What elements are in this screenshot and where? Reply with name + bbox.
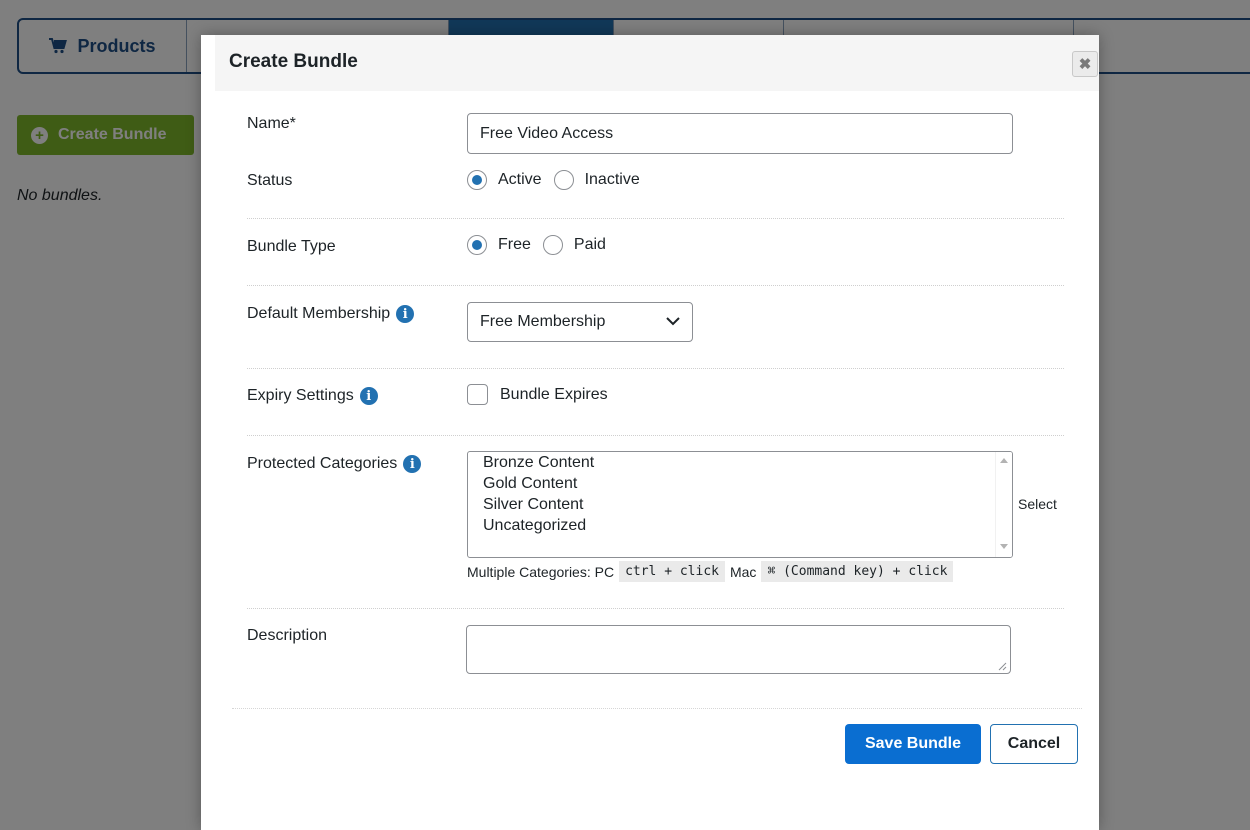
bundle-type-label: Bundle Type	[247, 238, 336, 255]
protected-categories-listbox[interactable]: Bronze Content Gold Content Silver Conte…	[467, 451, 1013, 558]
divider	[247, 435, 1064, 436]
bundle-type-paid-label[interactable]: Paid	[574, 236, 606, 254]
status-inactive-radio[interactable]	[553, 170, 574, 190]
bundle-expires-label[interactable]: Bundle Expires	[500, 386, 608, 404]
bundle-expires-option: Bundle Expires	[467, 384, 608, 405]
mac-shortcut: ⌘ (Command key) + click	[761, 561, 954, 582]
status-label: Status	[247, 172, 293, 189]
chevron-down-icon	[666, 313, 680, 331]
status-active-label[interactable]: Active	[498, 171, 542, 189]
default-membership-label-text: Default Membership	[247, 305, 391, 322]
pc-shortcut: ctrl + click	[619, 561, 725, 582]
cancel-button[interactable]: Cancel	[990, 724, 1078, 764]
default-membership-label: Default Membership i	[247, 305, 415, 323]
protected-categories-label: Protected Categories i	[247, 455, 422, 473]
divider	[247, 368, 1064, 369]
description-label: Description	[247, 627, 328, 644]
bundle-type-free-radio[interactable]	[467, 235, 487, 255]
protected-categories-label-text: Protected Categories	[247, 455, 398, 472]
listbox-scrollbar[interactable]	[995, 452, 1012, 557]
modal-header: Create Bundle ✖	[215, 35, 1099, 91]
category-option[interactable]: Silver Content	[468, 494, 1012, 515]
save-bundle-button[interactable]: Save Bundle	[845, 724, 981, 764]
expiry-settings-label: Expiry Settings i	[247, 387, 378, 405]
divider	[247, 608, 1064, 609]
footer-divider	[232, 708, 1082, 709]
hint-mac-label: Mac	[729, 563, 757, 580]
divider	[247, 285, 1064, 286]
description-textarea[interactable]	[466, 625, 1011, 674]
bundle-type-radio-group: Free Paid	[467, 235, 618, 255]
name-label: Name*	[247, 115, 296, 132]
status-active-radio[interactable]	[467, 170, 487, 190]
info-icon[interactable]: i	[359, 387, 378, 405]
bundle-type-paid-radio[interactable]	[542, 235, 563, 255]
category-option[interactable]: Bronze Content	[468, 452, 1012, 473]
close-button[interactable]: ✖	[1072, 51, 1098, 77]
info-icon[interactable]: i	[396, 305, 415, 323]
name-input[interactable]	[467, 113, 1013, 154]
hint-prefix: Multiple Categories: PC	[467, 563, 615, 580]
category-option[interactable]: Uncategorized	[468, 515, 1012, 536]
expiry-settings-label-text: Expiry Settings	[247, 387, 354, 404]
multi-select-hint: Multiple Categories: PC ctrl + click Mac…	[467, 561, 958, 582]
info-icon[interactable]: i	[403, 455, 422, 473]
default-membership-select[interactable]: Free Membership	[467, 302, 693, 342]
modal-title: Create Bundle	[229, 51, 358, 72]
default-membership-value: Free Membership	[480, 313, 606, 330]
status-radio-group: Active Inactive	[467, 170, 652, 190]
create-bundle-modal: Create Bundle ✖ Name* Status Active Inac…	[201, 35, 1099, 830]
divider	[247, 218, 1064, 219]
bundle-expires-checkbox[interactable]	[467, 384, 488, 405]
select-link[interactable]: Select	[1018, 496, 1057, 512]
scroll-down-arrow-icon[interactable]	[1000, 544, 1008, 549]
bundle-type-free-label[interactable]: Free	[498, 236, 531, 254]
close-icon: ✖	[1078, 56, 1092, 73]
category-option[interactable]: Gold Content	[468, 473, 1012, 494]
scroll-up-arrow-icon[interactable]	[1000, 458, 1008, 463]
resize-handle-icon[interactable]	[997, 661, 1007, 671]
status-inactive-label[interactable]: Inactive	[585, 171, 640, 189]
